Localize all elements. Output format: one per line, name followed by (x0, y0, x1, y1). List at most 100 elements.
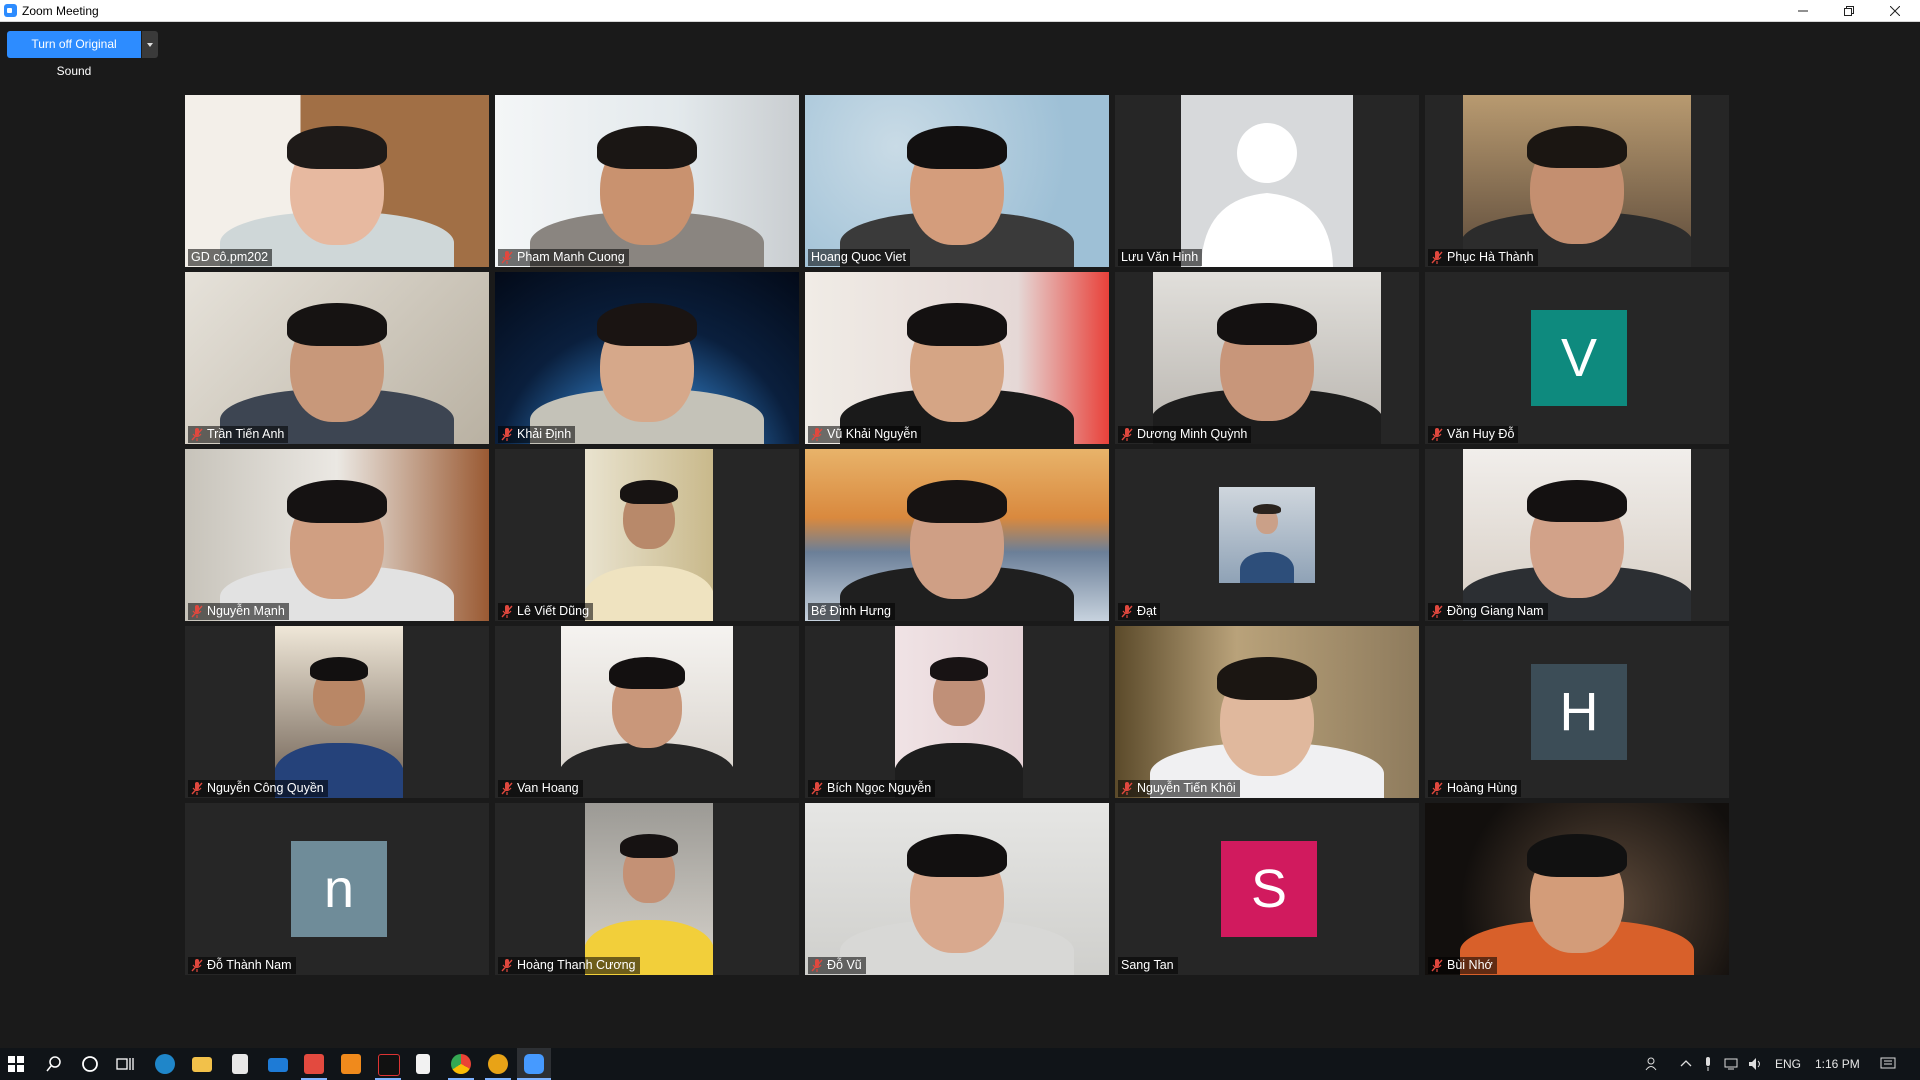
participant-tile[interactable]: Lê Viết Dũng (495, 449, 799, 621)
search-icon[interactable] (44, 1054, 64, 1074)
app-icon-red[interactable] (304, 1054, 324, 1074)
participant-name-text: Hoàng Thanh Cương (517, 958, 636, 972)
chevron-up-icon[interactable] (1680, 1057, 1692, 1072)
participant-name-text: Đỗ Vũ (827, 958, 862, 972)
participant-name-text: Đồng Giang Nam (1447, 604, 1544, 618)
muted-microphone-icon (191, 959, 203, 972)
participant-name-text: Hoàng Hùng (1447, 781, 1518, 795)
participant-name-label: Bùi Nhớ (1428, 957, 1497, 974)
minimize-button[interactable] (1780, 0, 1826, 22)
chrome-icon[interactable] (451, 1054, 471, 1074)
participant-name-text: Phục Hà Thành (1447, 250, 1534, 264)
participant-tile[interactable]: S Sang Tan (1115, 803, 1419, 975)
participant-video (585, 449, 713, 621)
participant-video (805, 272, 1109, 444)
people-icon[interactable] (1645, 1057, 1661, 1074)
cortana-icon[interactable] (80, 1054, 100, 1074)
windows-taskbar: ENG 1:16 PM (0, 1048, 1920, 1080)
app-icon-yellow[interactable] (488, 1054, 508, 1074)
language-indicator[interactable]: ENG (1775, 1057, 1801, 1071)
participant-tile[interactable]: Lưu Văn Hinh (1115, 95, 1419, 267)
muted-microphone-icon (1431, 251, 1443, 264)
default-profile-silhouette (1181, 95, 1353, 267)
microphone-icon[interactable] (1703, 1057, 1713, 1074)
participant-initial-avatar: H (1531, 664, 1627, 760)
participant-name-label: GD cô.pm202 (188, 249, 273, 266)
store-icon[interactable] (232, 1054, 248, 1074)
task-view-icon[interactable] (115, 1054, 135, 1074)
participant-video (1153, 272, 1381, 444)
volume-icon[interactable] (1748, 1057, 1764, 1074)
participant-video (1219, 487, 1315, 583)
participant-name-label: Đỗ Vũ (808, 957, 866, 974)
participant-video (805, 95, 1109, 267)
participant-tile[interactable]: Trần Tiến Anh (185, 272, 489, 444)
participant-video (805, 803, 1109, 975)
muted-microphone-icon (191, 428, 203, 441)
participant-video (495, 272, 799, 444)
app-icon-dark[interactable] (378, 1054, 400, 1076)
participant-name-label: Vũ Khải Nguyễn (808, 426, 922, 443)
participant-tile[interactable]: n Đỗ Thành Nam (185, 803, 489, 975)
participant-tile[interactable]: Đỗ Vũ (805, 803, 1109, 975)
participant-tile[interactable]: V Văn Huy Đỗ (1425, 272, 1729, 444)
participant-video (585, 803, 713, 975)
muted-microphone-icon (811, 428, 823, 441)
muted-microphone-icon (1431, 959, 1443, 972)
muted-microphone-icon (501, 782, 513, 795)
participant-tile[interactable]: Hoàng Thanh Cương (495, 803, 799, 975)
participant-tile[interactable]: Khải Định (495, 272, 799, 444)
participant-tile[interactable]: Đồng Giang Nam (1425, 449, 1729, 621)
participant-tile[interactable]: Van Hoang (495, 626, 799, 798)
mail-icon[interactable] (268, 1058, 288, 1072)
participant-name-label: Van Hoang (498, 780, 583, 797)
notifications-icon[interactable] (1880, 1057, 1896, 1074)
windows-start-icon[interactable] (8, 1056, 24, 1072)
participant-tile[interactable]: Phục Hà Thành (1425, 95, 1729, 267)
participant-name-label: Văn Huy Đỗ (1428, 426, 1519, 443)
muted-microphone-icon (501, 428, 513, 441)
participant-tile[interactable]: Dương Minh Quỳnh (1115, 272, 1419, 444)
participant-tile[interactable]: H Hoàng Hùng (1425, 626, 1729, 798)
participant-name-label: Lê Viết Dũng (498, 603, 594, 620)
participant-tile[interactable]: Nguyễn Công Quyền (185, 626, 489, 798)
sound-dropdown-arrow[interactable] (141, 31, 158, 58)
participant-name-label: Phục Hà Thành (1428, 249, 1538, 266)
participant-tile[interactable]: GD cô.pm202 (185, 95, 489, 267)
muted-microphone-icon (1431, 605, 1443, 618)
participant-name-label: Sang Tan (1118, 957, 1178, 974)
sublime-icon[interactable] (341, 1054, 361, 1074)
restore-button[interactable] (1826, 0, 1872, 22)
participant-tile[interactable]: Bùi Nhớ (1425, 803, 1729, 975)
turn-off-original-sound-button[interactable]: Turn off Original Sound (7, 31, 141, 78)
participant-tile[interactable]: Vũ Khải Nguyễn (805, 272, 1109, 444)
participant-tile[interactable]: Hoang Quoc Viet (805, 95, 1109, 267)
participant-tile[interactable]: Pham Manh Cuong (495, 95, 799, 267)
muted-microphone-icon (1431, 782, 1443, 795)
participant-name-label: Nguyễn Công Quyền (188, 780, 328, 797)
zoom-active-highlight (517, 1048, 551, 1080)
notepad-icon[interactable] (416, 1054, 430, 1074)
participant-tile[interactable]: Nguyễn Mạnh (185, 449, 489, 621)
participant-tile[interactable]: Bích Ngọc Nguyễn (805, 626, 1109, 798)
participant-name-label: Bế Đình Hưng (808, 603, 895, 620)
clock[interactable]: 1:16 PM (1815, 1057, 1860, 1071)
participant-name-label: Đồng Giang Nam (1428, 603, 1548, 620)
muted-microphone-icon (191, 782, 203, 795)
participant-name-text: Khải Định (517, 427, 572, 441)
title-bar: Zoom Meeting (0, 0, 1920, 22)
edge-browser-icon[interactable] (155, 1054, 175, 1074)
close-button[interactable] (1872, 0, 1918, 22)
participant-name-text: Trần Tiến Anh (207, 427, 285, 441)
participant-name-text: Văn Huy Đỗ (1447, 427, 1515, 441)
participant-name-label: Hoàng Thanh Cương (498, 957, 640, 974)
participant-tile[interactable]: Bế Đình Hưng (805, 449, 1109, 621)
participant-tile[interactable]: Nguyễn Tiến Khôi (1115, 626, 1419, 798)
muted-microphone-icon (811, 782, 823, 795)
participant-name-label: Hoang Quoc Viet (808, 249, 910, 266)
network-icon[interactable] (1724, 1057, 1740, 1074)
file-explorer-icon[interactable] (192, 1057, 212, 1072)
gallery-grid: GD cô.pm202 Pham Manh Cuong Hoang Quoc Vie… (185, 95, 1729, 975)
participant-video (895, 626, 1023, 798)
participant-tile[interactable]: Đạt (1115, 449, 1419, 621)
